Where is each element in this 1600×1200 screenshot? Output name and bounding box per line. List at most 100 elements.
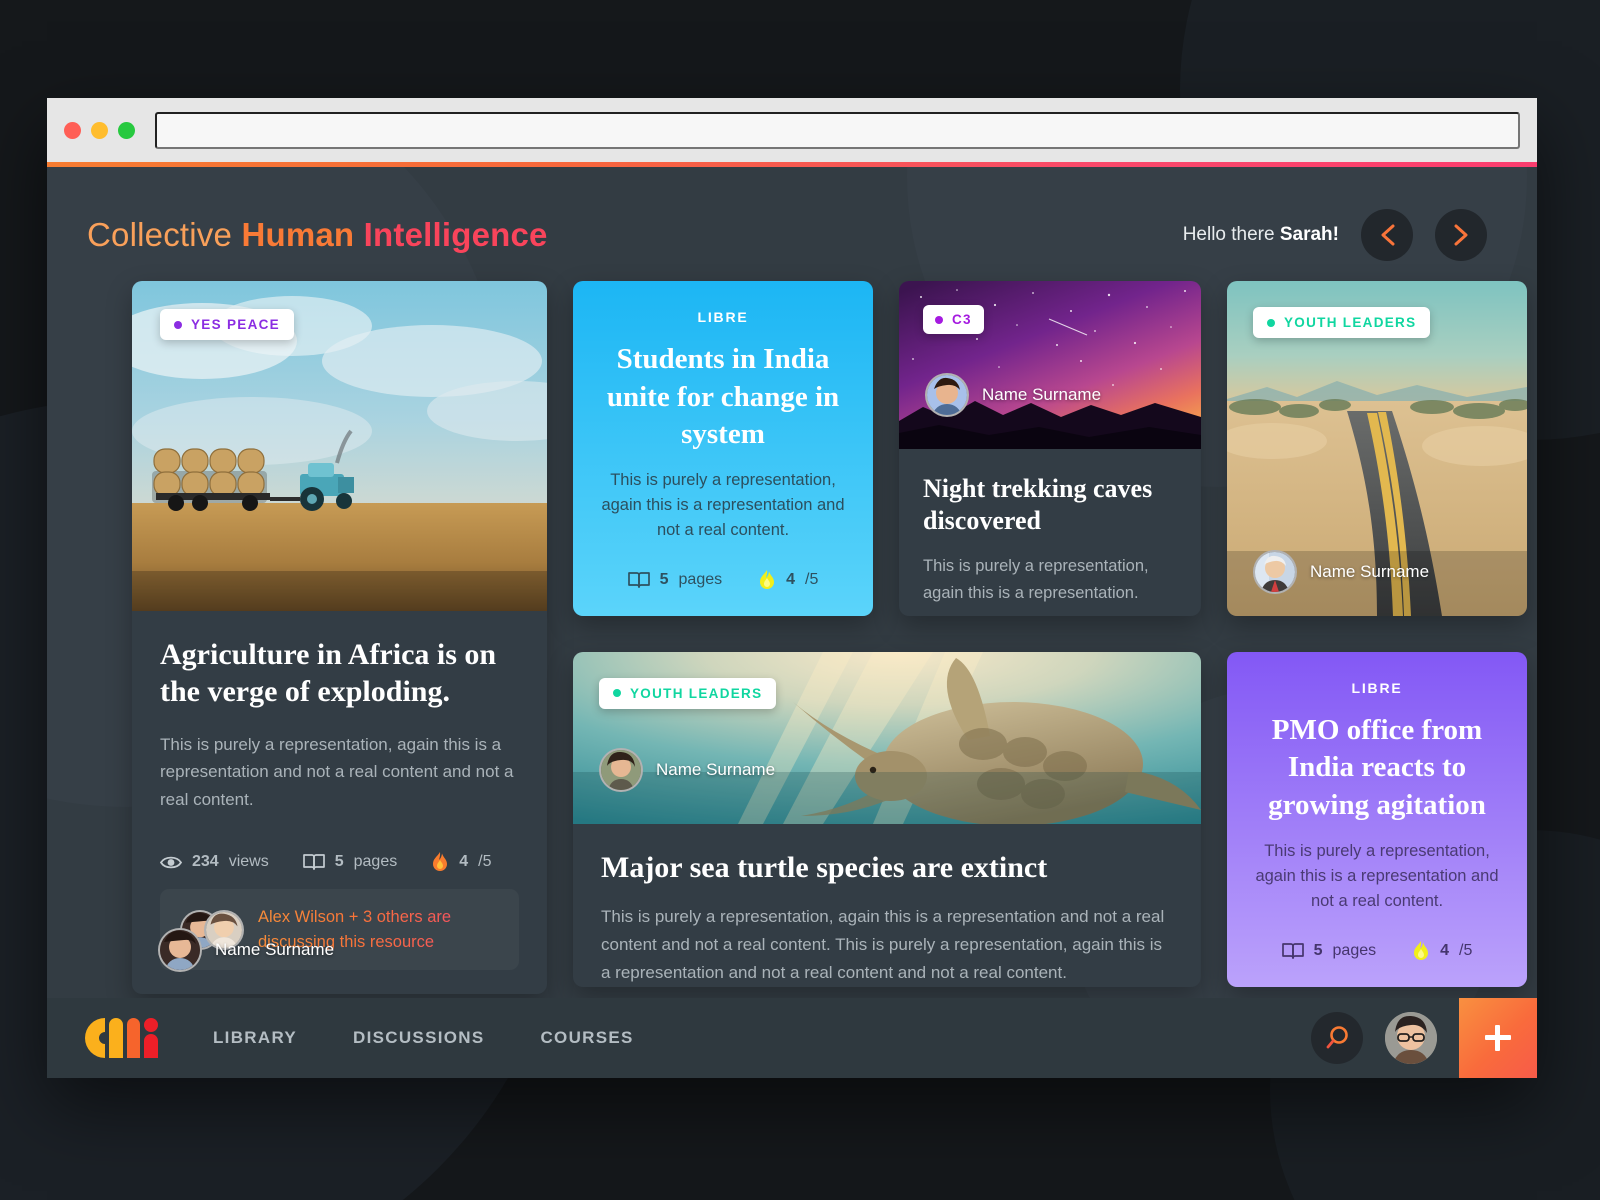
card-author: Name Surname (925, 373, 1101, 417)
rating-value: 4 (786, 571, 796, 589)
nav-item-library[interactable]: LIBRARY (213, 1028, 297, 1048)
badge-label: C3 (952, 312, 972, 327)
pages-stat: 5 pages (302, 853, 398, 871)
status-badge: YOUTH LEADERS (599, 677, 777, 709)
badge-dot-icon (1267, 318, 1275, 327)
card-meta: 234 views 5 pages 4 /5 (160, 851, 519, 873)
page-title: Collective Human Intelligence (87, 216, 548, 254)
close-window-button[interactable] (64, 121, 81, 139)
minimize-window-button[interactable] (91, 121, 108, 139)
card-youth-road[interactable]: YOUTH LEADERS Name Surname (1227, 281, 1527, 616)
maximize-window-button[interactable] (118, 121, 135, 139)
card-description: This is purely a representation, again t… (601, 471, 845, 540)
chi-logo[interactable] (85, 1018, 163, 1058)
card-night-trekking[interactable]: C3 Name Surname Night trekking caves dis… (899, 281, 1201, 616)
rating-suffix: /5 (1459, 941, 1473, 959)
avatar (599, 747, 643, 792)
rating-suffix: /5 (805, 571, 819, 589)
card-title: Agriculture in Africa is on the verge of… (160, 638, 497, 708)
greeting-prefix: Hello there (1182, 224, 1280, 245)
rating-suffix: /5 (478, 853, 492, 871)
badge-label: YOUTH LEADERS (630, 685, 763, 701)
card-sea-turtle[interactable]: YOUTH LEADERS Name Surname Major sea tur… (573, 651, 1201, 987)
rating-stat: 4/5 (758, 569, 818, 591)
avatar-photo (160, 930, 200, 971)
browser-chrome (47, 98, 1537, 162)
card-body: Night trekking caves discovered This is … (899, 449, 1201, 616)
nav-item-courses[interactable]: COURSES (540, 1028, 633, 1048)
chevron-left-icon (1381, 224, 1394, 246)
views-stat: 234 views (160, 853, 269, 871)
pages-value: 5 (1313, 941, 1323, 959)
avatar-photo (1385, 1012, 1437, 1064)
book-icon (627, 572, 650, 589)
card-pmo-office[interactable]: LIBRE PMO office from India reacts to gr… (1227, 651, 1527, 987)
avatar (1253, 550, 1297, 594)
card-description: This is purely a representation, again t… (1255, 841, 1499, 910)
pages-value: 5 (659, 571, 669, 589)
bottom-bar-actions (1311, 998, 1537, 1078)
browser-window: Collective Human Intelligence Hello ther… (47, 98, 1537, 1078)
card-title: Major sea turtle species are extinct (601, 850, 1048, 884)
card-author: Name Surname (1253, 550, 1429, 594)
avatar (925, 373, 969, 417)
carousel-prev-button[interactable] (1361, 209, 1413, 261)
views-label: views (228, 853, 269, 871)
desktop-backdrop: Collective Human Intelligence Hello ther… (0, 0, 1600, 1200)
pages-label: pages (678, 571, 723, 589)
page-title-word-3: Intelligence (363, 216, 548, 253)
book-icon (302, 854, 325, 871)
card-title: PMO office from India reacts to growing … (1268, 713, 1486, 821)
card-author: Name Surname (599, 747, 776, 792)
badge-dot-icon (174, 320, 182, 329)
address-bar[interactable] (155, 111, 1520, 149)
badge-dot-icon (935, 315, 943, 324)
avatar-photo (601, 749, 641, 790)
author-name: Name Surname (656, 759, 776, 779)
badge-label: YES PEACE (191, 317, 280, 332)
card-description: This is purely a representation, again t… (601, 907, 1165, 982)
rating-stat: 4/5 (1412, 940, 1472, 962)
card-meta: 5 pages 4/5 (597, 543, 849, 591)
search-icon (1326, 1026, 1348, 1049)
resource-card-grid: YES PEACE Name Surname Agriculture in Af… (47, 261, 1537, 995)
status-badge: C3 (923, 305, 984, 334)
views-value: 234 (192, 853, 219, 871)
pages-label: pages (353, 853, 398, 871)
author-name: Name Surname (1310, 562, 1430, 581)
pages-stat: 5 pages (1281, 941, 1377, 960)
chi-logo-icon (85, 1018, 158, 1058)
card-description: This is purely a representation, again t… (923, 556, 1149, 602)
avatar-photo (1255, 552, 1295, 592)
rating-value: 4 (459, 853, 469, 871)
pages-stat: 5 pages (627, 571, 723, 589)
fire-icon (760, 570, 775, 590)
card-title: Students in India unite for change in sy… (606, 343, 840, 451)
card-agriculture[interactable]: YES PEACE Name Surname Agriculture in Af… (132, 281, 547, 995)
search-button[interactable] (1311, 1012, 1363, 1064)
user-avatar[interactable] (1385, 1012, 1437, 1064)
eye-icon (160, 856, 182, 869)
author-name: Name Surname (215, 940, 335, 960)
carousel-next-button[interactable] (1435, 209, 1487, 261)
card-body: Major sea turtle species are extinct Thi… (573, 824, 1201, 987)
bottom-navigation-bar: LIBRARY DISCUSSIONS COURSES (47, 998, 1537, 1078)
main-nav: LIBRARY DISCUSSIONS COURSES (213, 1028, 634, 1048)
pages-value: 5 (334, 853, 344, 871)
badge-label: YOUTH LEADERS (1284, 315, 1417, 330)
author-name: Name Surname (982, 385, 1102, 404)
status-badge: YOUTH LEADERS (1253, 307, 1431, 338)
page-title-word-2: Human (241, 216, 364, 253)
app-viewport: Collective Human Intelligence Hello ther… (47, 167, 1537, 1078)
pages-label: pages (1332, 941, 1377, 959)
card-students-india[interactable]: LIBRE Students in India unite for change… (573, 281, 873, 616)
nav-item-discussions[interactable]: DISCUSSIONS (353, 1028, 484, 1048)
add-button[interactable] (1459, 998, 1537, 1078)
card-title: Night trekking caves discovered (923, 474, 1153, 535)
plus-icon (1485, 1025, 1511, 1051)
card-description: This is purely a representation, again t… (160, 734, 514, 809)
status-badge: YES PEACE (160, 309, 294, 340)
app-header: Collective Human Intelligence Hello ther… (47, 167, 1537, 261)
window-controls[interactable] (64, 121, 135, 139)
greeting-username: Sarah! (1279, 224, 1339, 245)
